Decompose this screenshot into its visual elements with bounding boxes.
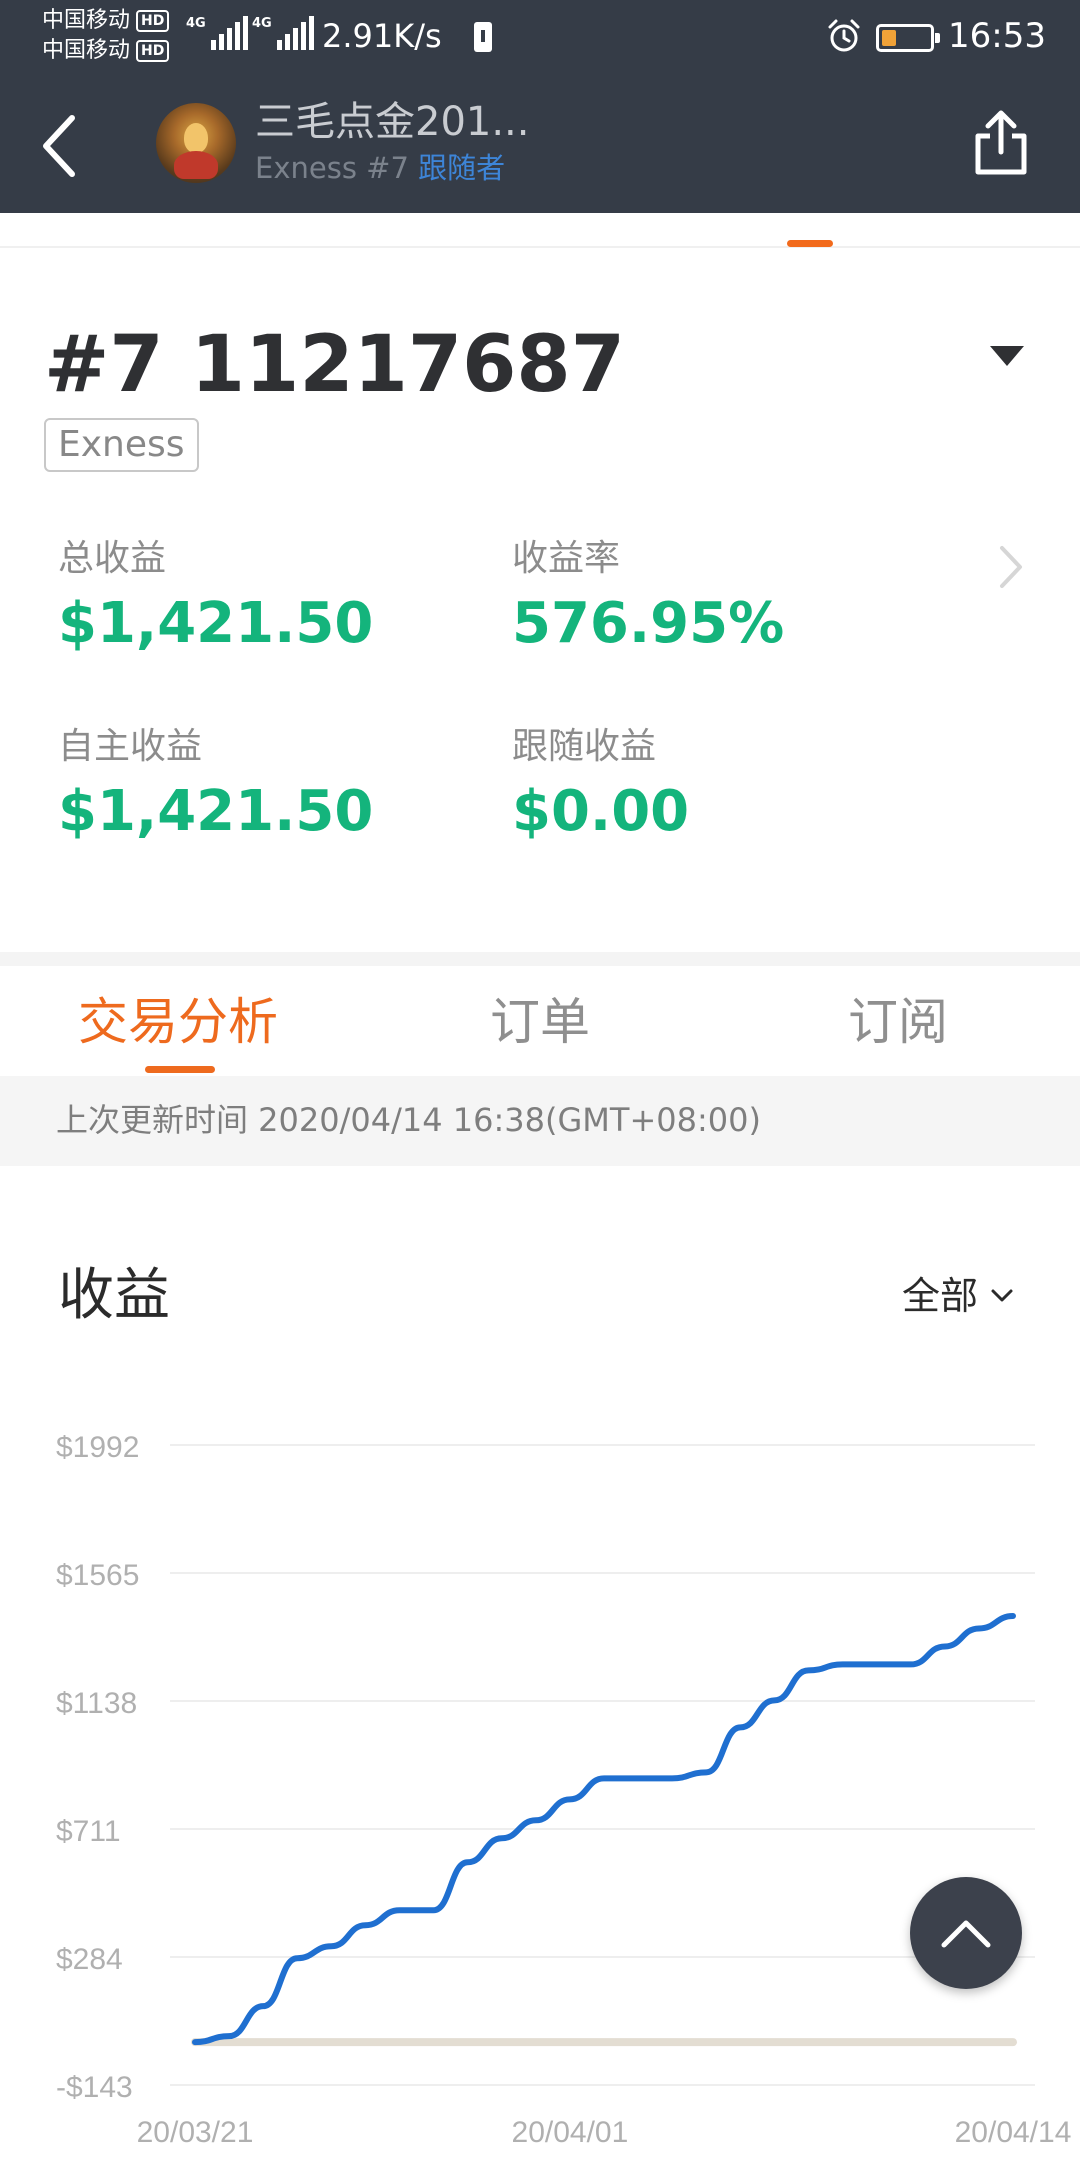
range-filter[interactable]: 全部 [902,1266,1014,1326]
scroll-to-top-button[interactable] [910,1877,1022,1989]
return-rate-label: 收益率 [512,538,621,579]
app-bar: 三毛点金201... Exness #7 跟随者 [0,76,1080,213]
y-tick-label: $1138 [56,1687,137,1720]
role-label: 跟随者 [418,151,506,185]
follow-profit-value: $0.00 [512,779,690,844]
metric-follow-profit: 跟随收益 $0.00 [512,724,689,846]
account-number: #7 11217687 [44,320,625,410]
metric-total-profit: 总收益 $1,421.50 [58,536,373,658]
section-divider [0,952,1080,966]
account-title: 三毛点金201... [255,99,530,145]
battery-icon [876,24,940,52]
return-rate-value: 576.95% [512,591,785,656]
hd-badge-2: HD [136,40,170,62]
alarm-icon [828,19,860,52]
back-arrow-icon[interactable] [30,106,90,186]
chevron-right-icon[interactable] [996,542,1026,592]
earnings-title: 收益 [58,1263,170,1328]
y-tick-label: $1565 [56,1559,139,1592]
share-icon[interactable] [970,108,1032,178]
total-profit-value: $1,421.50 [58,591,374,656]
account-subtitle: Exness #7 跟随者 [255,150,505,186]
earnings-chart: $1992 $1565 $1138 $711 $284 -$14320/03/21 20/0… [56,1431,1072,2149]
metric-self-profit: 自主收益 $1,421.50 [58,724,373,846]
sub-tab-indicator [787,240,833,247]
tab-subscriptions[interactable]: 订阅 [848,990,948,1054]
range-filter-label: 全部 [902,1274,979,1318]
sim-icon [474,22,492,52]
clock: 16:53 [948,16,1046,56]
update-bar: 上次更新时间 2020/04/14 16:38(GMT+08:00) [0,1076,1080,1166]
carrier-2-label: 中国移动 [42,38,131,63]
self-profit-label: 自主收益 [58,726,203,767]
broker-account-label: Exness #7 [255,151,409,185]
self-profit-value: $1,421.50 [58,779,374,844]
chevron-down-icon [991,1289,1013,1302]
last-update-text: 上次更新时间 2020/04/14 16:38(GMT+08:00) [56,1101,761,1139]
tab-orders[interactable]: 订单 [490,990,590,1054]
y-tick-label: $711 [56,1815,121,1848]
x-tick-label: 20/03/21 [137,2116,254,2149]
total-profit-label: 总收益 [58,538,167,579]
avatar[interactable] [156,103,236,183]
net-speed: 2.91K/s [322,17,442,55]
y-tick-label: -$143 [56,2071,133,2104]
status-bar: 中国移动 HD 中国移动 HD 4G 4G 2.91K/s 16:53 [0,0,1080,76]
follow-profit-label: 跟随收益 [512,726,657,767]
hd-badge-1: HD [136,10,170,32]
signal-2-icon: 4G [252,16,314,50]
x-tick-label: 20/04/01 [512,2116,629,2149]
tab-active-indicator [145,1066,215,1073]
y-tick-label: $1992 [56,1431,139,1464]
account-dropdown-icon[interactable] [990,346,1024,366]
chevron-up-icon [941,1920,991,1948]
y-tick-label: $284 [56,1943,123,1976]
carrier-info: 中国移动 HD 中国移动 HD [42,6,170,66]
signal-1-icon: 4G [186,16,248,50]
carrier-1-label: 中国移动 [42,8,131,33]
app-header: 中国移动 HD 中国移动 HD 4G 4G 2.91K/s 16:53 三毛点金… [0,0,1080,213]
broker-badge: Exness [44,418,199,472]
sub-tab-divider [0,246,1080,248]
tab-trade-analysis[interactable]: 交易分析 [78,990,278,1054]
x-tick-label: 20/04/14 [955,2116,1072,2149]
metric-return-rate[interactable]: 收益率 576.95% [512,536,784,658]
